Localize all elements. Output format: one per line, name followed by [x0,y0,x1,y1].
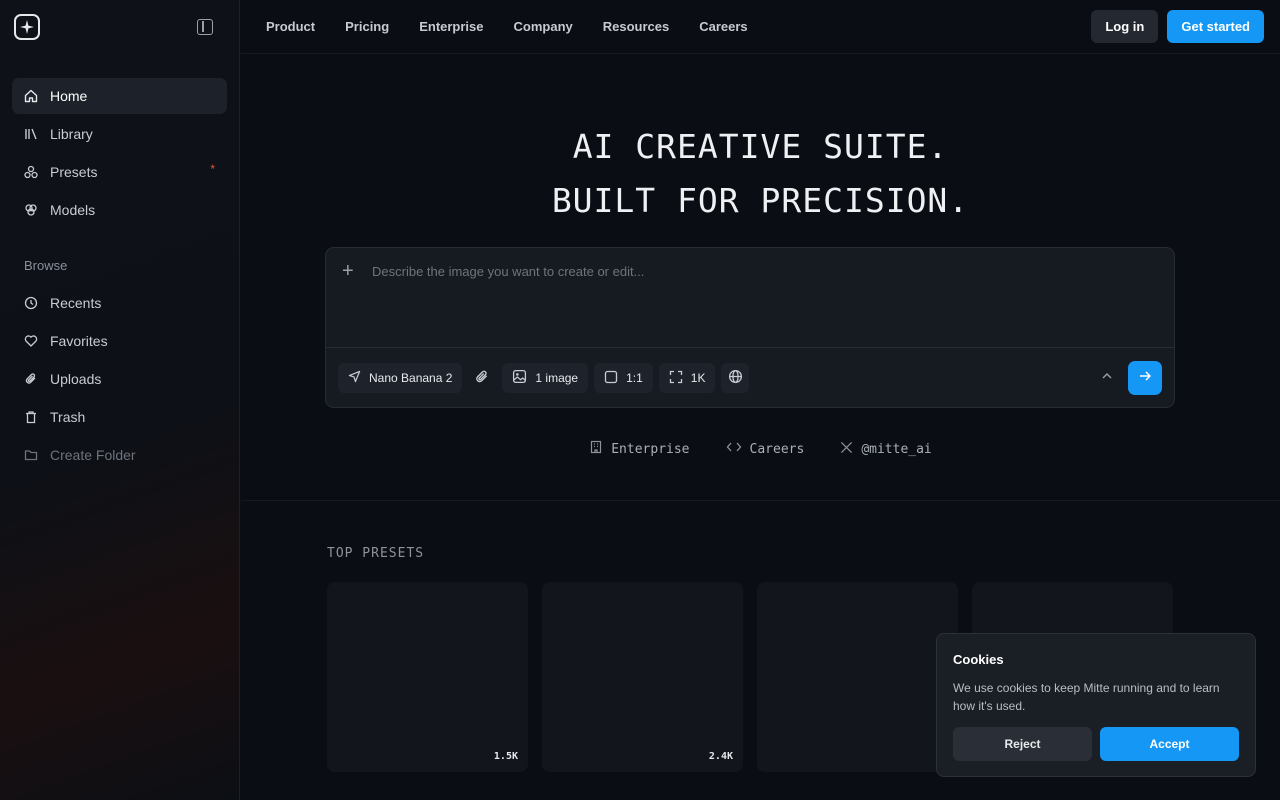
hero-title: AI CREATIVE SUITE. BUILT FOR PRECISION. [241,120,1280,228]
sidebar-item-label: Favorites [50,333,108,349]
nav-link-company[interactable]: Company [514,19,573,34]
preset-usage-count: 2.4K [708,751,733,762]
expand-icon [669,370,683,387]
sidebar-item-label: Models [50,202,96,218]
heart-icon [24,334,38,348]
sidebar-item-label: Create Folder [50,447,136,463]
library-icon [24,127,38,141]
model-name: Nano Banana 2 [369,371,453,385]
image-icon [512,369,527,387]
prompt-toolbar: Nano Banana 2 1 image 1:1 1K [326,348,1174,408]
web-search-toggle[interactable] [721,363,750,393]
submit-button[interactable] [1128,361,1162,395]
prompt-placeholder: Describe the image you want to create or… [372,264,645,279]
sidebar-item-label: Presets [50,164,98,180]
enterprise-link-label: Enterprise [611,441,690,457]
twitter-link-label: @mitte_ai [861,441,932,457]
folder-plus-icon [24,448,38,462]
home-icon [24,89,38,103]
nav-link-resources[interactable]: Resources [603,19,669,34]
navigation-arrow-icon [348,370,361,386]
x-logo-icon [840,441,853,458]
reject-cookies-button[interactable]: Reject [953,727,1092,761]
sidebar-item-label: Uploads [50,371,102,387]
building-icon [589,440,603,458]
preset-usage-count: 1.5K [493,751,518,762]
accept-cookies-button[interactable]: Accept [1100,727,1239,761]
paperclip-icon [474,369,490,388]
resolution-label: 1K [690,371,706,385]
presets-icon [24,165,38,179]
models-icon [24,203,38,217]
sidebar-item-trash[interactable]: Trash [12,399,227,435]
nav-link-product[interactable]: Product [266,19,315,34]
sidebar-toggle-icon[interactable] [197,19,213,35]
sidebar-item-label: Trash [50,409,86,425]
sidebar-item-presets[interactable]: Presets * [12,154,227,190]
cookie-title: Cookies [953,652,1004,667]
aspect-ratio-selector[interactable]: 1:1 [594,363,653,393]
sidebar-item-library[interactable]: Library [12,116,227,152]
sidebar-item-recents[interactable]: Recents [12,285,227,321]
nav-link-enterprise[interactable]: Enterprise [419,19,483,34]
chevron-up-icon[interactable] [1100,369,1114,388]
paperclip-icon [24,372,38,386]
sidebar-item-home[interactable]: Home [12,78,227,114]
sidebar-item-uploads[interactable]: Uploads [12,361,227,397]
square-icon [604,370,618,387]
preset-card[interactable]: 1.5K [327,582,528,772]
sidebar-item-favorites[interactable]: Favorites [12,323,227,359]
careers-link[interactable]: Careers [726,440,805,458]
code-icon [726,440,742,458]
attach-button[interactable] [468,363,496,393]
logo-icon[interactable] [14,14,40,40]
sidebar-item-label: Recents [50,295,102,311]
image-count-label: 1 image [535,371,579,385]
sidebar-nav: Home Library Presets * Models Browse Rec… [0,54,239,473]
cookie-banner: Cookies We use cookies to keep Mitte run… [936,633,1256,777]
sidebar-item-label: Library [50,126,93,142]
top-presets-heading: TOP PRESETS [327,546,425,561]
careers-link-label: Careers [749,441,805,457]
trash-icon [24,410,38,424]
top-nav-links: Product Pricing Enterprise Company Resou… [241,19,778,34]
browse-heading: Browse [24,258,68,273]
twitter-link[interactable]: @mitte_ai [840,440,932,458]
sidebar: Home Library Presets * Models Browse Rec… [0,0,240,800]
image-count-selector[interactable]: 1 image [502,363,589,393]
hero-line-2: BUILT FOR PRECISION. [551,181,970,220]
new-badge: * [210,162,215,176]
cookie-text: We use cookies to keep Mitte running and… [953,681,1220,713]
footer-links: Enterprise Careers @mitte_ai [241,440,1280,458]
resolution-selector[interactable]: 1K [658,363,716,393]
aspect-ratio-label: 1:1 [626,371,643,385]
sidebar-item-models[interactable]: Models [12,192,227,228]
sidebar-item-create-folder[interactable]: Create Folder [12,437,227,473]
history-icon [24,296,38,310]
prompt-input[interactable]: + Describe the image you want to create … [326,248,1174,348]
enterprise-link[interactable]: Enterprise [589,440,690,458]
model-selector[interactable]: Nano Banana 2 [338,363,463,393]
arrow-right-icon [1138,369,1152,388]
section-divider [241,500,1280,501]
prompt-composer: + Describe the image you want to create … [325,247,1175,408]
login-button[interactable]: Log in [1091,10,1159,43]
nav-link-careers[interactable]: Careers [699,19,747,34]
sidebar-item-label: Home [50,88,88,104]
get-started-button[interactable]: Get started [1167,10,1264,43]
nav-link-pricing[interactable]: Pricing [345,19,389,34]
plus-icon[interactable]: + [342,261,372,333]
top-nav-bar: Product Pricing Enterprise Company Resou… [241,0,1280,54]
preset-card[interactable]: 2.4K [542,582,743,772]
hero-line-1: AI CREATIVE SUITE. [572,127,949,166]
globe-icon [728,369,743,387]
preset-card[interactable]: 2 [757,582,958,772]
